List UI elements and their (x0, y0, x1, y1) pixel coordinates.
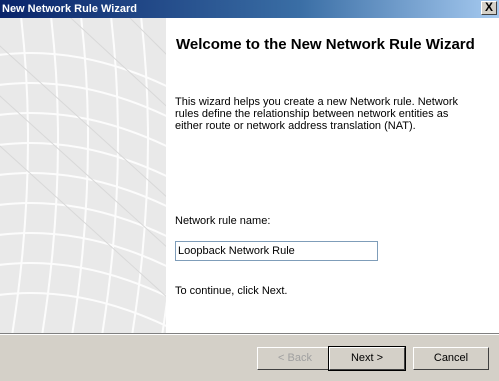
rule-name-input[interactable] (175, 241, 378, 261)
button-bar: < Back Next > Cancel (0, 333, 499, 381)
next-button[interactable]: Next > (328, 346, 406, 371)
wizard-window: New Network Rule Wizard X Welcome to the… (0, 0, 499, 381)
continue-instruction: To continue, click Next. (175, 285, 288, 297)
close-icon: X (484, 0, 493, 14)
title-bar: New Network Rule Wizard X (0, 0, 499, 18)
decorative-mesh-graphic (0, 18, 166, 333)
close-button[interactable]: X (481, 1, 497, 15)
wizard-body: Welcome to the New Network Rule Wizard T… (0, 18, 499, 381)
wizard-heading: Welcome to the New Network Rule Wizard (176, 36, 475, 53)
back-button[interactable]: < Back (257, 347, 333, 370)
wizard-description: This wizard helps you create a new Netwo… (175, 96, 459, 132)
wizard-content: Welcome to the New Network Rule Wizard T… (166, 18, 499, 333)
rule-name-label: Network rule name: (175, 215, 271, 227)
cancel-button[interactable]: Cancel (413, 347, 489, 370)
window-title: New Network Rule Wizard (2, 3, 137, 15)
wizard-banner-graphic (0, 18, 166, 333)
